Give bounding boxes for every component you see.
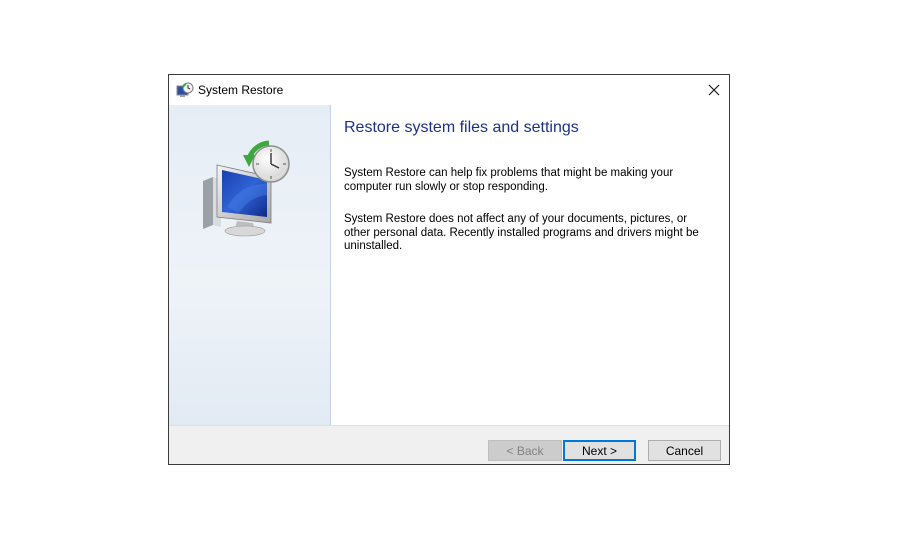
description-paragraph: System Restore can help fix problems tha…: [344, 167, 674, 193]
computer-clock-restore-icon: [203, 140, 290, 237]
close-button[interactable]: [699, 75, 729, 105]
page-title: Restore system files and settings: [344, 119, 579, 136]
button-bar: < Back Next > Cancel: [169, 425, 729, 464]
system-restore-icon: [176, 82, 194, 100]
cancel-button[interactable]: Cancel: [648, 440, 721, 461]
title-bar[interactable]: System Restore: [169, 75, 729, 105]
close-icon: [708, 84, 720, 96]
wizard-content: Restore system files and settings System…: [344, 105, 724, 425]
back-button[interactable]: < Back: [488, 440, 562, 461]
wizard-sidebar: [169, 105, 331, 425]
system-restore-dialog: System Restore Restore system files and …: [168, 74, 730, 465]
note-paragraph: System Restore does not affect any of yo…: [344, 213, 699, 252]
window-title: System Restore: [198, 83, 284, 97]
next-button[interactable]: Next >: [563, 440, 636, 461]
